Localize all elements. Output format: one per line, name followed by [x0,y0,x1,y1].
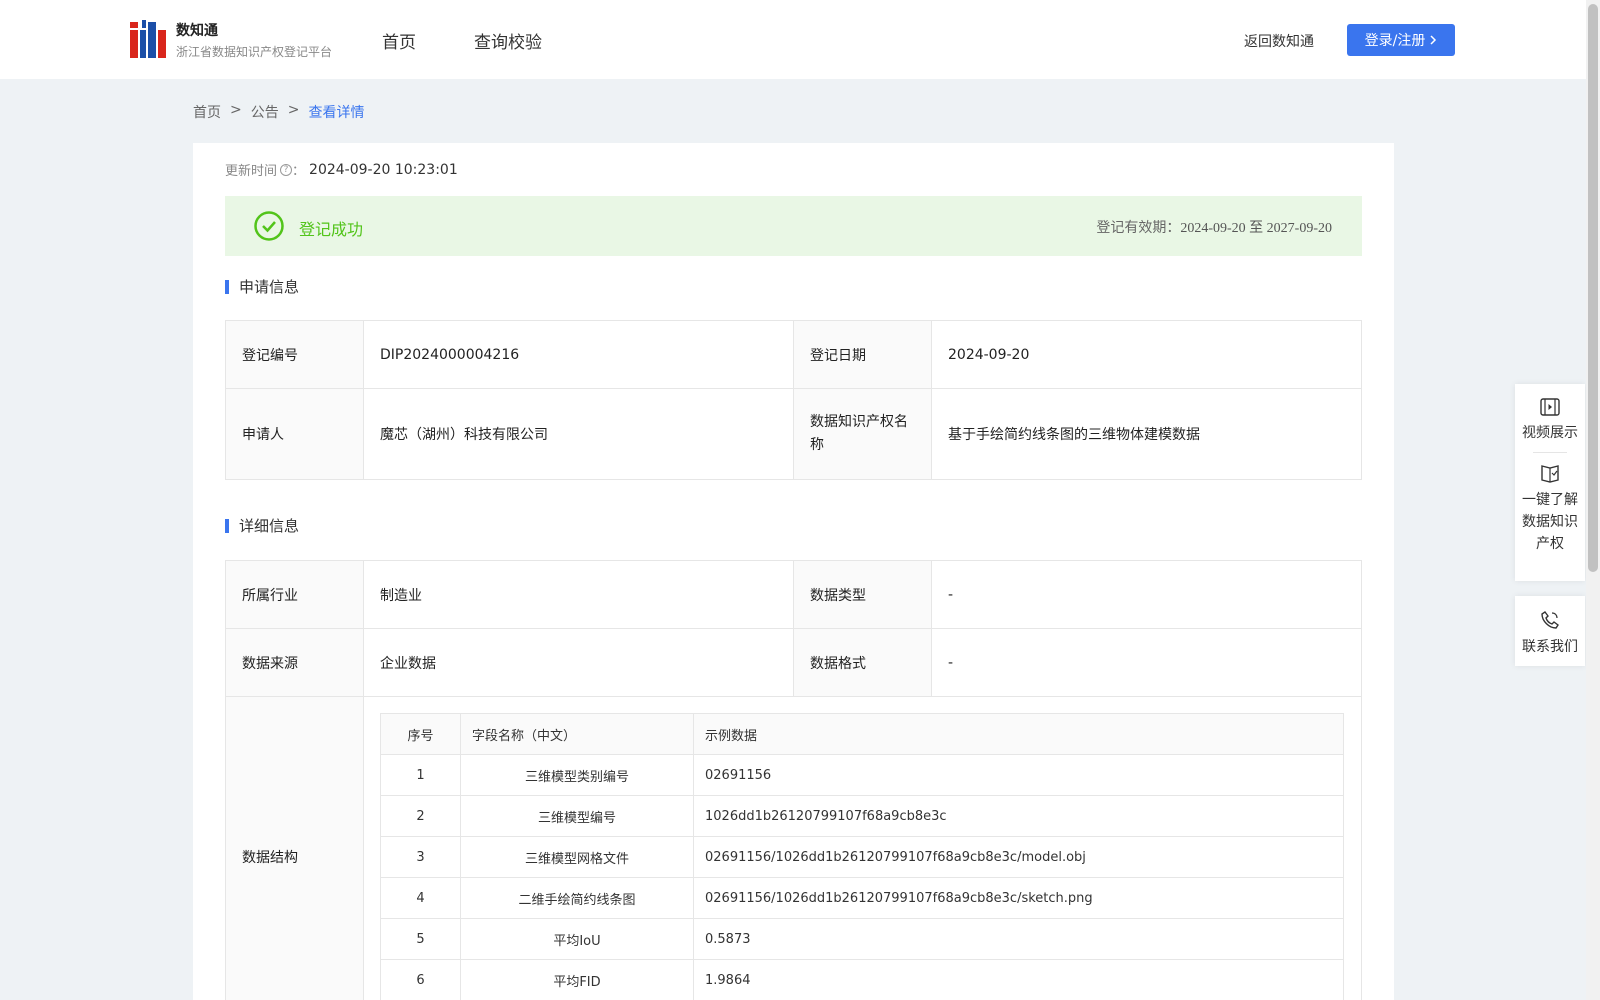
detail-info-table: 所属行业 制造业 数据类型 - 数据来源 企业数据 数据格式 - 数据结构 序号… [225,560,1362,1000]
reg-date-label: 登记日期 [793,320,932,389]
col-header-field-name: 字段名称（中文） [460,713,694,755]
book-icon [1541,465,1559,483]
data-type-label: 数据类型 [793,560,932,629]
video-showcase-button[interactable]: 视频展示 [1515,384,1585,442]
table-row: 数据来源 企业数据 数据格式 - [225,628,1362,697]
nav-home[interactable]: 首页 [382,28,416,53]
contact-us-label: 联系我们 [1522,639,1578,655]
ip-name-label: 数据知识产权名称 [793,388,932,480]
row-seq: 2 [380,795,461,837]
row-seq: 6 [380,959,461,1000]
video-icon [1540,398,1560,416]
applicant-value: 魔芯（湖州）科技有限公司 [363,388,794,480]
update-time-label: 更新时间 [225,164,278,179]
ip-name-value: 基于手绘简约线条图的三维物体建模数据 [931,388,1362,480]
reg-no-value: DIP2024000004216 [363,320,794,389]
row-sample: 02691156/1026dd1b26120799107f68a9cb8e3c/… [693,836,1344,878]
side-panel: 视频展示 一键了解数据知识产权 [1515,384,1585,581]
structure-label: 数据结构 [225,696,364,1000]
top-header: 数知通 浙江省数据知识产权登记平台 首页 查询校验 返回数知通 登录/注册 [0,0,1586,79]
row-sample: 1.9864 [693,959,1344,1000]
breadcrumb-current: 查看详情 [308,105,365,121]
structure-table: 序号 字段名称（中文） 示例数据 1 三维模型类别编号 02691156 2 三… [380,713,1344,1000]
update-time-value: 2024-09-20 10:23:01 [309,161,458,178]
reg-no-label: 登记编号 [225,320,364,389]
back-to-portal-link[interactable]: 返回数知通 [1244,31,1314,51]
side-divider [1533,452,1567,453]
login-register-label: 登录/注册 [1364,33,1426,49]
table-row: 6 平均FID 1.9864 [380,959,1344,1000]
vertical-scrollbar[interactable] [1586,0,1600,1000]
chevron-right-icon [1430,35,1437,45]
row-sample: 1026dd1b26120799107f68a9cb8e3c [693,795,1344,837]
table-row: 1 三维模型类别编号 02691156 [380,754,1344,796]
row-seq: 5 [380,918,461,960]
breadcrumb-announcement[interactable]: 公告 [251,102,279,122]
update-time-row: 更新时间 ? ： 2024-09-20 10:23:01 [225,160,458,180]
structure-cell: 序号 字段名称（中文） 示例数据 1 三维模型类别编号 02691156 2 三… [363,696,1362,1000]
application-info-title: 申请信息 [225,280,299,295]
col-header-sample: 示例数据 [693,713,1344,755]
source-value: 企业数据 [363,628,794,697]
application-info-table: 登记编号 DIP2024000004216 登记日期 2024-09-20 申请… [225,320,1362,480]
breadcrumb-home[interactable]: 首页 [193,102,221,122]
learn-ip-button[interactable]: 一键了解数据知识产权 [1515,463,1585,555]
table-row: 数据结构 序号 字段名称（中文） 示例数据 1 三维模型类别编号 0269115… [225,696,1362,1000]
format-label: 数据格式 [793,628,932,697]
update-time-colon: ： [292,164,306,179]
industry-label: 所属行业 [225,560,364,629]
row-field-name: 三维模型网格文件 [460,836,694,878]
table-row: 4 二维手绘简约线条图 02691156/1026dd1b26120799107… [380,877,1344,919]
table-row: 5 平均IoU 0.5873 [380,918,1344,960]
row-seq: 4 [380,877,461,919]
login-register-button[interactable]: 登录/注册 [1347,24,1455,56]
row-sample: 0.5873 [693,918,1344,960]
logo-icon[interactable] [130,20,166,58]
table-row: 2 三维模型编号 1026dd1b26120799107f68a9cb8e3c [380,795,1344,837]
contact-us-button[interactable]: 联系我们 [1515,596,1585,656]
row-seq: 3 [380,836,461,878]
structure-header-row: 序号 字段名称（中文） 示例数据 [380,713,1344,755]
table-row: 3 三维模型网格文件 02691156/1026dd1b26120799107f… [380,836,1344,878]
row-sample: 02691156/1026dd1b26120799107f68a9cb8e3c/… [693,877,1344,919]
data-type-value: - [931,560,1362,629]
row-field-name: 三维模型编号 [460,795,694,837]
col-header-seq: 序号 [380,713,461,755]
scrollbar-thumb[interactable] [1588,4,1598,572]
table-row: 所属行业 制造业 数据类型 - [225,560,1362,629]
format-value: - [931,628,1362,697]
row-field-name: 二维手绘简约线条图 [460,877,694,919]
source-label: 数据来源 [225,628,364,697]
reg-date-value: 2024-09-20 [931,320,1362,389]
detail-card: 更新时间 ? ： 2024-09-20 10:23:01 登记成功 登记有效期：… [193,143,1394,1000]
breadcrumb-separator: > [230,102,242,118]
row-seq: 1 [380,754,461,796]
validity-period: 登记有效期：2024-09-20 至 2027-09-20 [1096,217,1332,237]
row-field-name: 平均FID [460,959,694,1000]
learn-ip-label: 一键了解数据知识产权 [1522,492,1578,552]
row-field-name: 三维模型类别编号 [460,754,694,796]
status-text: 登记成功 [299,220,364,239]
check-circle-icon [254,211,284,241]
row-sample: 02691156 [693,754,1344,796]
row-field-name: 平均IoU [460,918,694,960]
breadcrumb: 首页 > 公告 > 查看详情 [193,102,364,122]
breadcrumb-separator: > [287,102,300,118]
validity-label: 登记有效期： [1096,220,1181,236]
phone-icon [1541,611,1559,629]
help-icon[interactable]: ? [280,163,293,176]
contact-panel: 联系我们 [1515,596,1585,666]
status-banner: 登记成功 登记有效期：2024-09-20 至 2027-09-20 [225,196,1362,256]
video-showcase-label: 视频展示 [1522,425,1578,441]
table-row: 申请人 魔芯（湖州）科技有限公司 数据知识产权名称 基于手绘简约线条图的三维物体… [225,388,1362,480]
applicant-label: 申请人 [225,388,364,480]
nav-query-verify[interactable]: 查询校验 [474,28,542,53]
brand-name: 数知通 [176,23,218,39]
table-row: 登记编号 DIP2024000004216 登记日期 2024-09-20 [225,320,1362,389]
validity-dates: 2024-09-20 至 2027-09-20 [1180,221,1332,236]
industry-value: 制造业 [363,560,794,629]
brand-subtitle: 浙江省数据知识产权登记平台 [176,45,333,59]
detail-info-title: 详细信息 [225,519,299,534]
